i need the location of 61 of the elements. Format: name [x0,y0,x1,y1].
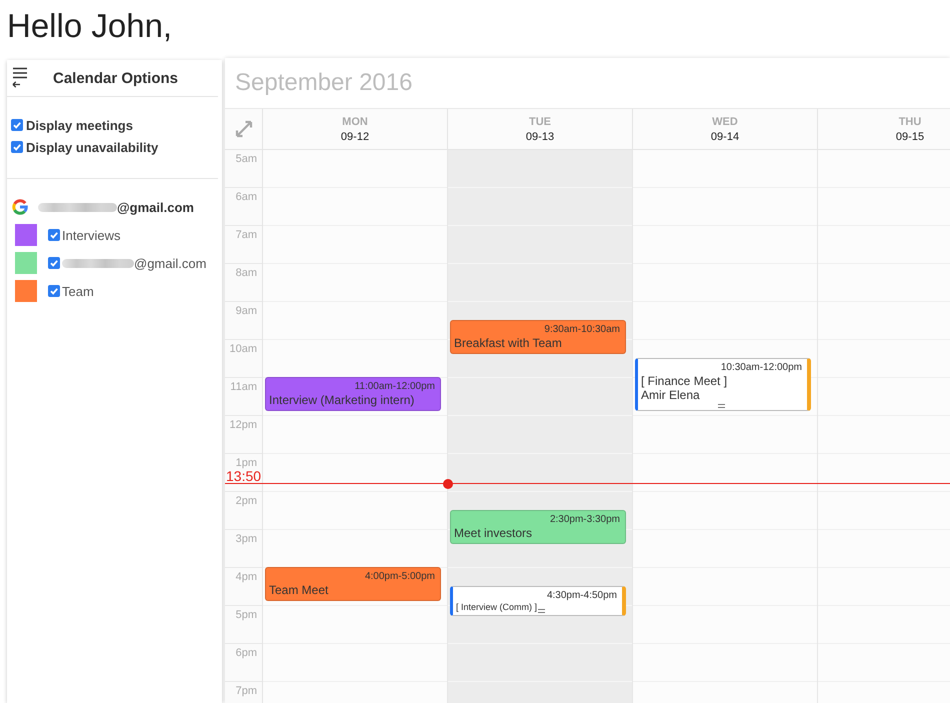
calendar-name: Team [62,284,94,298]
hour-label: 5pm [236,609,257,621]
event-time: 10:30am-12:00pm [720,361,802,374]
weekday-label: THU [898,116,922,129]
event-attendee: Amir Elena [641,388,701,402]
event-block[interactable]: 10:30am-12:00pm [ Finance Meet ] Amir Elena [635,358,811,411]
hour-label: 8am [236,267,257,279]
option-label: Display unavailability [26,140,158,154]
menu-icon[interactable] [12,67,28,89]
option-label: Display meetings [26,118,133,132]
hour-label: 4pm [236,571,257,583]
checkbox[interactable] [48,285,60,297]
calendar-name: Interviews [62,228,121,242]
account-email: @gmail.com [117,200,194,214]
event-title: Meet investors [454,526,534,540]
event-block[interactable]: 4:00pm-5:00pm Team Meet [265,567,441,601]
event-time: 4:30pm-4:50pm [546,589,617,602]
resize-handle-icon[interactable] [718,404,725,408]
hour-label: 12pm [229,419,257,431]
g-logo-icon [12,199,28,215]
resize-handle-icon[interactable] [538,609,546,613]
checkbox[interactable] [48,229,60,241]
greeting-heading: Hello John, [6,6,172,46]
event-time: 2:30pm-3:30pm [550,513,620,526]
hour-label: 6am [236,191,257,203]
weekday-label: MON [342,116,368,129]
date-label: 09-12 [340,130,370,144]
checkbox[interactable] [11,141,23,153]
event-time: 4:00pm-5:00pm [364,570,435,583]
date-label: 09-14 [710,130,740,144]
event-time: 11:00am-12:00pm [354,380,435,393]
event-block[interactable]: 9:30am-10:30am Breakfast with Team [450,320,626,354]
event-time: 9:30am-10:30am [544,323,620,336]
weekday-label: WED [712,116,738,129]
calendar-name: @gmail.com [134,256,206,270]
sidebar-title: Calendar Options [53,70,178,86]
event-title: Interview (Marketing intern) [269,393,416,407]
hour-label: 7pm [236,685,257,697]
hour-label: 10am [229,343,257,355]
hour-label: 1pm [236,457,257,469]
event-title: [ Finance Meet ] [641,374,728,388]
event-title: [ Interview (Comm) ] [456,602,538,613]
event-title: Breakfast with Team [454,336,563,350]
weekday-label: TUE [529,116,551,129]
current-time-label: 13:50 [226,468,262,483]
hour-label: 2pm [236,495,257,507]
checkbox[interactable] [11,119,23,131]
hour-label: 9am [236,305,257,317]
hour-label: 5am [236,153,257,165]
date-label: 09-15 [896,130,924,144]
hour-label: 11am [230,381,257,393]
date-label: 09-13 [526,130,554,144]
event-block[interactable]: 2:30pm-3:30pm Meet investors [450,510,626,544]
hour-label: 7am [236,229,257,241]
expand-icon[interactable] [234,120,252,138]
hour-label: 3pm [236,533,257,545]
month-title: September 2016 [235,69,412,97]
event-block[interactable]: 4:30pm-4:50pm [ Interview (Comm) ] [450,586,626,616]
hour-label: 6pm [236,647,257,659]
checkbox[interactable] [48,257,60,269]
event-title: Team Meet [269,583,330,597]
